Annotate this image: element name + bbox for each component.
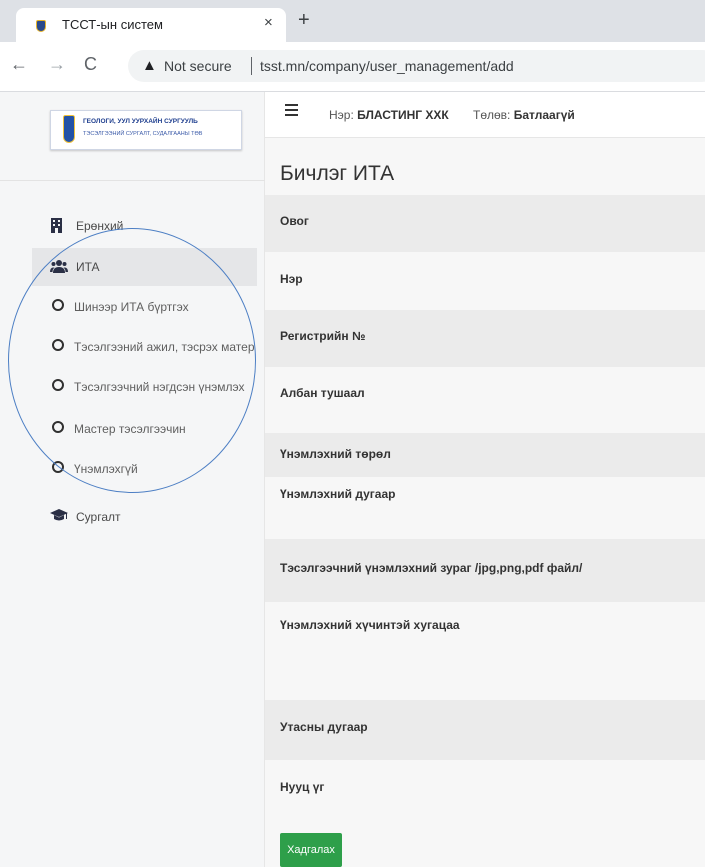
url-separator [251, 57, 252, 75]
graduation-cap-icon [50, 509, 68, 525]
field-label: Нэр [280, 272, 303, 286]
new-tab-icon[interactable]: + [298, 10, 310, 30]
sidebar-item-label: ИТА [76, 260, 100, 274]
sidebar-item-label: Тэсэлгээчний нэгдсэн үнэмлэх [74, 380, 245, 394]
field-label: Үнэмлэхний төрөл [280, 447, 391, 461]
circle-icon [52, 461, 64, 473]
favicon-icon [36, 20, 46, 32]
circle-icon [52, 299, 64, 311]
users-icon [50, 259, 68, 276]
field-row-surname[interactable]: Овог [265, 195, 705, 252]
hamburger-menu-icon[interactable] [285, 104, 298, 116]
field-row-register[interactable]: Регистрийн № [265, 310, 705, 367]
sidebar-item-label: Үнэмлэхгүй [74, 462, 138, 476]
sidebar-subitem-blasting-work[interactable]: Тэсэлгээний ажил, тэсрэх матер [32, 328, 262, 366]
field-row-license-number[interactable]: Үнэмлэхний дугаар [265, 477, 705, 539]
forward-icon[interactable]: → [48, 54, 66, 74]
field-label: Тэсэлгээчний үнэмлэхний зураг /jpg,png,p… [280, 561, 583, 575]
sidebar: ГЕОЛОГИ, УУЛ УУРХАЙН СУРГУУЛЬ ТЭСЭЛГЭЭНИ… [0, 92, 265, 867]
field-label: Нууц үг [280, 780, 325, 794]
circle-icon [52, 421, 64, 433]
page-title: Бичлэг ИТА [280, 162, 395, 185]
sidebar-subitem-blaster-license[interactable]: Тэсэлгээчний нэгдсэн үнэмлэх [32, 368, 262, 406]
browser-tab-bar: ТССТ-ын систем × + [0, 0, 705, 42]
top-bar: Нэр: БЛАСТИНГ ХХК Төлөв: Батлаагүй [265, 92, 705, 138]
save-button[interactable]: Хадгалах [280, 833, 342, 867]
sidebar-item-ita[interactable]: ИТА [32, 248, 257, 286]
main-content: Бичлэг ИТА Овог Нэр Регистрийн № Албан т… [265, 138, 705, 867]
sidebar-item-label: Тэсэлгээний ажил, тэсрэх матер [74, 340, 255, 354]
company-label: Нэр: [329, 108, 354, 122]
reload-icon[interactable]: C [84, 54, 97, 74]
logo-line2: ТЭСЭЛГЭЭНИЙ СУРГАЛТ, СУДАЛГААНЫ ТӨВ [83, 131, 203, 137]
field-label: Утасны дугаар [280, 720, 368, 734]
back-icon[interactable]: ← [10, 54, 28, 74]
sidebar-subitem-unlicensed[interactable]: Үнэмлэхгүй [32, 450, 262, 488]
circle-icon [52, 379, 64, 391]
sidebar-item-general[interactable]: Ерөнхий [32, 207, 257, 245]
warning-icon[interactable]: ▲ [142, 57, 157, 74]
company-info: Нэр: БЛАСТИНГ ХХК [329, 108, 449, 122]
sidebar-subitem-master-blaster[interactable]: Мастер тэсэлгээчин [32, 410, 262, 448]
sidebar-item-label: Сургалт [76, 510, 121, 524]
field-label: Албан тушаал [280, 386, 365, 400]
sidebar-item-label: Мастер тэсэлгээчин [74, 422, 186, 436]
company-name: БЛАСТИНГ ХХК [357, 108, 449, 122]
field-label: Үнэмлэхний дугаар [280, 487, 396, 501]
field-row-position[interactable]: Албан тушаал [265, 367, 705, 424]
circle-icon [52, 339, 64, 351]
sidebar-divider [0, 180, 265, 181]
sidebar-item-label: Шинээр ИТА бүртгэх [74, 300, 189, 314]
field-row-name[interactable]: Нэр [265, 253, 705, 310]
field-row-license-validity[interactable]: Үнэмлэхний хүчинтэй хугацаа [265, 602, 705, 700]
sidebar-subitem-new-ita[interactable]: Шинээр ИТА бүртгэх [32, 288, 262, 326]
url-omnibox[interactable]: ▲ Not secure tsst.mn/company/user_manage… [128, 50, 705, 82]
field-label: Овог [280, 214, 309, 228]
field-row-license-type[interactable]: Үнэмлэхний төрөл [265, 433, 705, 477]
building-icon [50, 218, 63, 236]
close-tab-icon[interactable]: × [264, 14, 273, 31]
emblem-icon [63, 115, 75, 143]
field-row-license-image[interactable]: Тэсэлгээчний үнэмлэхний зураг /jpg,png,p… [265, 539, 705, 602]
url-text[interactable]: tsst.mn/company/user_management/add [260, 58, 514, 74]
field-label: Регистрийн № [280, 329, 366, 343]
status-label: Төлөв: [473, 108, 511, 122]
status-value: Батлаагүй [513, 108, 575, 122]
logo-line1: ГЕОЛОГИ, УУЛ УУРХАЙН СУРГУУЛЬ [83, 118, 198, 125]
field-row-phone[interactable]: Утасны дугаар [265, 700, 705, 760]
browser-tab[interactable]: ТССТ-ын систем × [16, 8, 286, 42]
sidebar-item-label: Ерөнхий [76, 219, 124, 233]
tab-title: ТССТ-ын систем [62, 17, 163, 32]
status-info: Төлөв: Батлаагүй [473, 108, 575, 122]
field-row-password[interactable]: Нууц үг [265, 760, 705, 816]
sidebar-item-training[interactable]: Сургалт [32, 498, 257, 536]
not-secure-label[interactable]: Not secure [164, 58, 232, 74]
address-bar: ← → C ▲ Not secure tsst.mn/company/user_… [0, 42, 705, 92]
logo[interactable]: ГЕОЛОГИ, УУЛ УУРХАЙН СУРГУУЛЬ ТЭСЭЛГЭЭНИ… [50, 110, 242, 150]
field-label: Үнэмлэхний хүчинтэй хугацаа [280, 618, 460, 632]
